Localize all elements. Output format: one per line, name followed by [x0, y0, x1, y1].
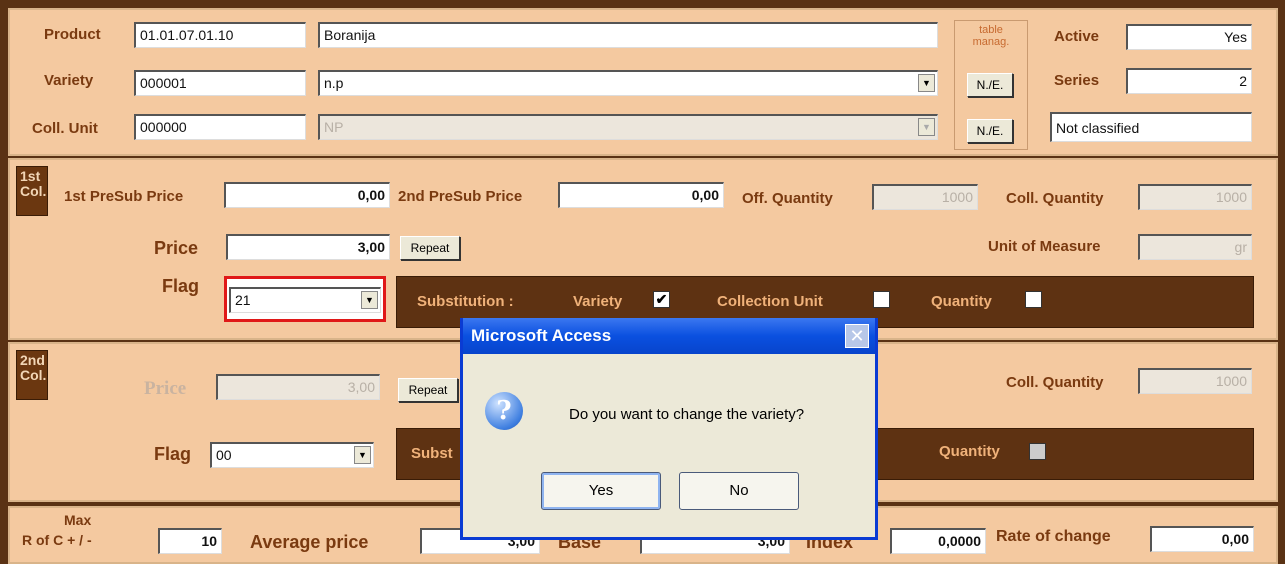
col2-coll-qty-field: 1000 — [1138, 368, 1252, 394]
flag-select-value: 21 — [235, 292, 251, 308]
active-label: Active — [1054, 28, 1100, 45]
col2-quantity-label: Quantity — [939, 443, 1000, 460]
uom-field: gr — [1138, 234, 1252, 260]
dialog-title: Microsoft Access — [463, 318, 875, 354]
chevron-down-icon[interactable]: ▼ — [918, 74, 935, 92]
table-manag-box: table manag. N./E. N./E. — [954, 20, 1028, 150]
coll-qty-field: 1000 — [1138, 184, 1252, 210]
col2-coll-qty-label: Coll. Quantity — [1006, 374, 1104, 391]
uom-label: Unit of Measure — [988, 238, 1101, 255]
chevron-down-icon[interactable]: ▼ — [361, 291, 378, 309]
second-col-badge: 2nd Col. — [16, 350, 48, 400]
col2-quantity-checkbox — [1029, 443, 1046, 460]
product-name-field[interactable]: Boranija — [318, 22, 938, 48]
active-field[interactable]: Yes — [1126, 24, 1252, 50]
coll-qty-label: Coll. Quantity — [1006, 190, 1104, 207]
dialog-message: Do you want to change the variety? — [569, 406, 805, 423]
table-manag-label: table manag. — [972, 24, 1010, 48]
variety-select-value: n.p — [324, 75, 344, 91]
sub-coll-unit-checkbox[interactable] — [873, 291, 890, 308]
series-label: Series — [1054, 72, 1100, 89]
coll-unit-select: NP ▼ — [318, 114, 938, 140]
variety-label: Variety — [44, 72, 94, 89]
max-label-line2: R of C + / - — [22, 532, 92, 548]
question-icon: ? — [485, 392, 523, 430]
first-col-panel: 1st Col. 1st PreSub Price 0,00 2nd PreSu… — [8, 158, 1278, 340]
first-col-badge: 1st Col. — [16, 166, 48, 216]
max-field[interactable]: 10 — [158, 528, 222, 554]
flag-label: Flag — [162, 276, 200, 296]
flag-select[interactable]: 21 ▼ — [224, 276, 386, 322]
sub-coll-unit-label: Collection Unit — [717, 293, 823, 310]
rate-field[interactable]: 0,00 — [1150, 526, 1254, 552]
col2-price-label: Price — [144, 378, 187, 399]
product-label: Product — [44, 26, 101, 43]
presub1-field[interactable]: 0,00 — [224, 182, 390, 208]
chevron-down-icon[interactable]: ▼ — [354, 446, 371, 464]
repeat-button[interactable]: Repeat — [400, 236, 460, 260]
confirm-dialog: Microsoft Access ✕ ? Do you want to chan… — [460, 318, 878, 540]
header-panel: Product 01.01.07.01.10 Boranija Variety … — [8, 8, 1278, 156]
price-field[interactable]: 3,00 — [226, 234, 390, 260]
col2-substitution-label: Subst — [411, 445, 453, 462]
classification-field[interactable]: Not classified — [1050, 112, 1252, 142]
flag-select-inner[interactable]: 21 ▼ — [229, 287, 381, 313]
sub-quantity-label: Quantity — [931, 293, 992, 310]
col2-flag-select[interactable]: 00 ▼ — [210, 442, 374, 468]
presub2-label: 2nd PreSub Price — [398, 188, 523, 205]
price-label: Price — [154, 238, 199, 258]
col2-flag-label: Flag — [154, 444, 192, 464]
col2-repeat-button[interactable]: Repeat — [398, 378, 458, 402]
col2-flag-value: 00 — [216, 447, 232, 463]
coll-unit-code-field[interactable]: 000000 — [134, 114, 306, 140]
sub-variety-label: Variety — [573, 293, 623, 310]
no-button[interactable]: No — [679, 472, 799, 510]
variety-select[interactable]: n.p ▼ — [318, 70, 938, 96]
variety-code-field[interactable]: 000001 — [134, 70, 306, 96]
yes-button[interactable]: Yes — [541, 472, 661, 510]
max-label-line1: Max — [64, 512, 92, 528]
presub1-label: 1st PreSub Price — [64, 188, 184, 205]
ne-button-coll-unit[interactable]: N./E. — [967, 119, 1013, 143]
sub-quantity-checkbox[interactable] — [1025, 291, 1042, 308]
product-code-field[interactable]: 01.01.07.01.10 — [134, 22, 306, 48]
off-qty-field: 1000 — [872, 184, 978, 210]
coll-unit-select-value: NP — [324, 119, 344, 135]
coll-unit-label: Coll. Unit — [32, 120, 98, 137]
sub-variety-checkbox[interactable]: ✔ — [653, 291, 670, 308]
chevron-down-icon: ▼ — [918, 118, 935, 136]
ne-button-variety[interactable]: N./E. — [967, 73, 1013, 97]
rate-label: Rate of change — [996, 528, 1111, 545]
avg-price-label: Average price — [250, 532, 369, 552]
index-field[interactable]: 0,0000 — [890, 528, 986, 554]
col2-price-field: 3,00 — [216, 374, 380, 400]
off-qty-label: Off. Quantity — [742, 190, 833, 207]
substitution-label: Substitution : — [417, 293, 514, 310]
presub2-field[interactable]: 0,00 — [558, 182, 724, 208]
series-field[interactable]: 2 — [1126, 68, 1252, 94]
close-icon[interactable]: ✕ — [845, 324, 869, 348]
